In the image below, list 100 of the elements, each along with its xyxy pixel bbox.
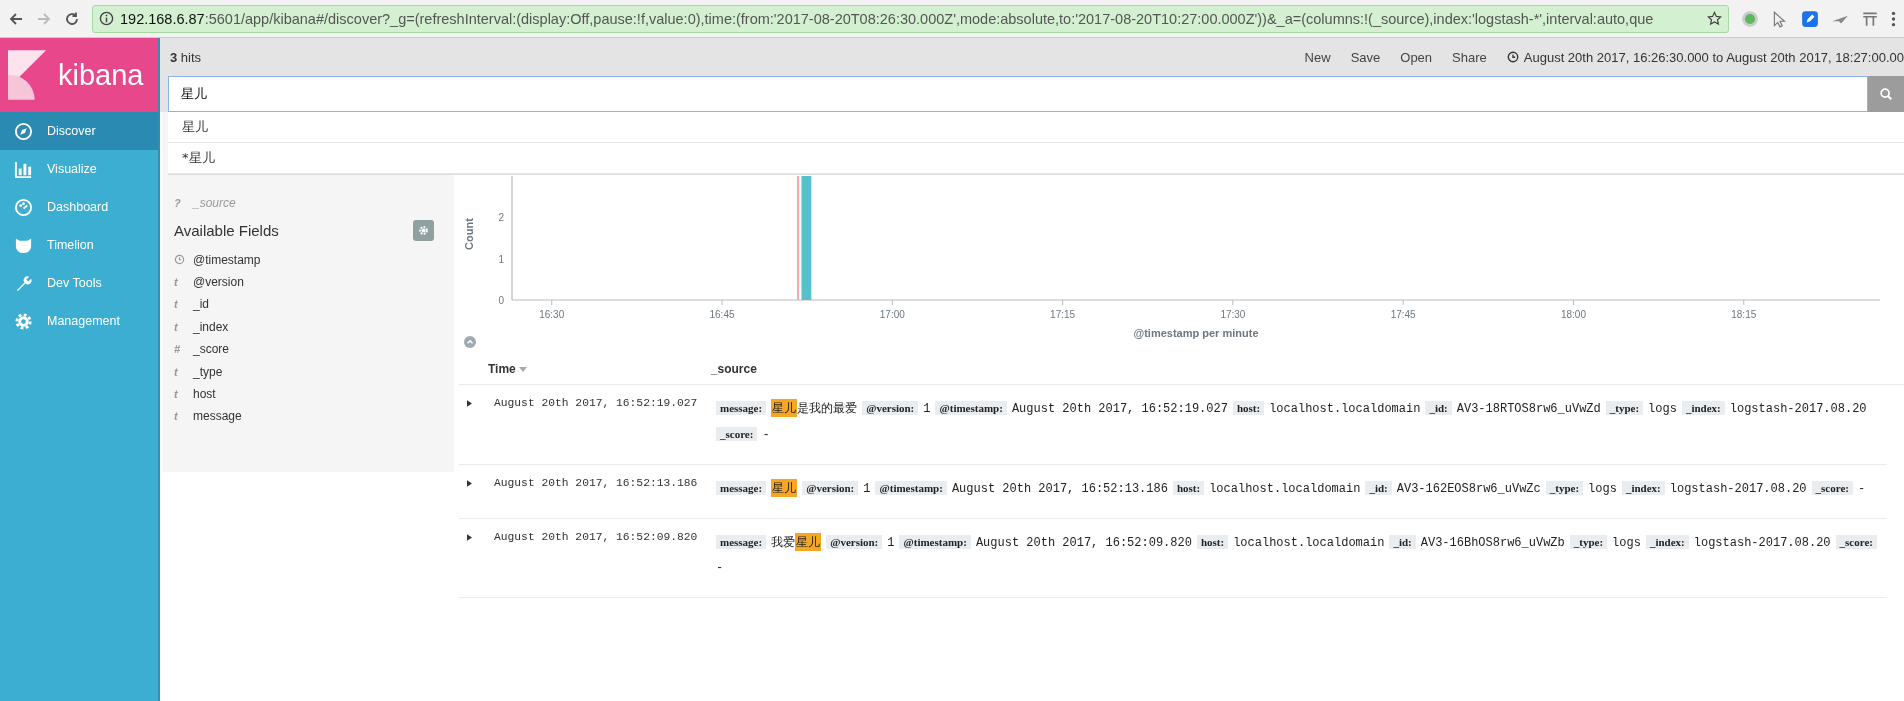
field-value: localhost.localdomain — [1269, 401, 1421, 418]
url-text: 192.168.6.87:5601/app/kibana#/discover?_g=(refreshInterval:(display:Off,pause:!f,value:0),time:(from:'2017-08-20T08:26:30.000Z',mode:absolute,to:'2017-08-20T10:27:00.000Z'))&_a=(columns:!(_source),index:'logstash-*',interval:auto,que — [120, 10, 1655, 27]
field-key: message: — [716, 401, 767, 415]
x-tick-label: 17:00 — [879, 309, 905, 320]
highlighted-term: 星儿 — [795, 533, 822, 551]
suggestion-item[interactable]: 星儿 — [168, 112, 1904, 143]
menu-link[interactable]: Share — [1452, 49, 1487, 65]
sort-caret-icon[interactable] — [518, 366, 527, 372]
field-name[interactable]: @version — [193, 274, 244, 289]
time-cell-text: August 20th 2017, 16:52:19.027 — [494, 396, 699, 409]
search-button[interactable] — [1868, 76, 1904, 112]
column-header: _source — [710, 362, 757, 376]
expand-caret-icon[interactable] — [467, 534, 472, 541]
field-key: message: — [716, 535, 767, 549]
back-icon[interactable] — [8, 10, 24, 27]
field-value: logstash-2017.08.20 — [1669, 481, 1807, 498]
reload-icon[interactable] — [64, 10, 80, 27]
field-value: AV3-16BhOS8rw6_uVwZb — [1420, 535, 1565, 552]
time-range-link[interactable]: August 20th 2017, 16:26:30.000 to August 20th 2017, 18:27:00.00 — [1523, 49, 1904, 65]
menu-link[interactable]: Save — [1350, 49, 1381, 65]
field-key: _score: — [1835, 535, 1877, 549]
hits-count: 3 hits — [170, 49, 202, 65]
field-key: _index: — [1681, 401, 1725, 415]
field-key: _score: — [716, 427, 758, 441]
menu-icon[interactable] — [1891, 9, 1896, 28]
type-glyph: ? — [174, 197, 182, 210]
compass-icon — [14, 121, 33, 141]
field-key: host: — [1232, 401, 1265, 415]
field-value: August 20th 2017, 16:52:09.820 — [975, 535, 1192, 552]
field-value: - — [762, 427, 770, 444]
field-name[interactable]: _score — [193, 342, 230, 357]
field-value: localhost.localdomain — [1233, 535, 1385, 552]
highlighted-term: 星儿 — [771, 399, 798, 417]
clock-icon — [174, 254, 185, 266]
type-glyph: t — [174, 410, 179, 423]
expand-caret-icon[interactable] — [467, 480, 472, 487]
field-value: 1 — [923, 401, 931, 418]
field-key: _index: — [1621, 481, 1665, 495]
field-key: _type: — [1545, 481, 1584, 495]
x-tick-label: 16:30 — [539, 309, 565, 320]
field-key: @version: — [826, 535, 883, 549]
info-icon[interactable] — [99, 11, 114, 26]
x-tick-label: 17:45 — [1390, 309, 1416, 320]
field-name[interactable]: _type — [193, 364, 223, 379]
x-tick-label: 17:15 — [1050, 309, 1076, 320]
field-value: 我爱 — [771, 535, 796, 552]
address-bar[interactable] — [92, 4, 1729, 33]
x-tick-label: 16:45 — [709, 309, 735, 320]
type-glyph: t — [174, 275, 179, 288]
menu-link[interactable]: Open — [1400, 49, 1433, 65]
column-header[interactable]: Time — [488, 362, 516, 376]
highlighted-term: 星儿 — [771, 479, 798, 497]
time-cell-text: August 20th 2017, 16:52:13.186 — [494, 476, 699, 489]
menu-link[interactable]: New — [1304, 49, 1331, 65]
type-glyph: t — [174, 365, 179, 378]
field-key: @version: — [862, 401, 919, 415]
suggestion-item[interactable]: *星儿 — [168, 143, 1904, 174]
section-title: Available Fields — [174, 221, 279, 239]
field-value: 是我的最爱 — [797, 401, 858, 418]
type-glyph: # — [174, 343, 182, 356]
wrench-icon — [14, 273, 33, 293]
field-value: AV3-18RTOS8rw6_uVwZd — [1456, 401, 1601, 418]
field-key: message: — [716, 481, 767, 495]
field-name[interactable]: host — [193, 386, 216, 401]
search-field[interactable]: 星儿 — [168, 76, 1868, 112]
settings-button[interactable] — [413, 219, 434, 241]
cursor-icon[interactable] — [1771, 9, 1789, 28]
expand-caret-icon[interactable] — [467, 400, 472, 407]
star-icon[interactable] — [1707, 11, 1722, 26]
field-value: logs — [1588, 481, 1617, 498]
nav-item[interactable]: Discover — [0, 112, 158, 150]
field-value: August 20th 2017, 16:52:13.186 — [951, 481, 1168, 498]
field-name[interactable]: _index — [193, 319, 229, 334]
field-value: localhost.localdomain — [1209, 481, 1361, 498]
field-key: _type: — [1569, 535, 1608, 549]
logo-text: kibana — [58, 58, 144, 92]
clock-icon[interactable] — [1506, 51, 1519, 63]
type-glyph: t — [174, 298, 179, 311]
logo-panel[interactable]: kibana — [0, 38, 158, 112]
field-value: - — [1858, 481, 1866, 498]
time-cell-text: August 20th 2017, 16:52:09.820 — [494, 530, 699, 543]
y-tick-label: 2 — [498, 212, 504, 224]
field-value: logstash-2017.08.20 — [1729, 401, 1867, 418]
collapse-icon[interactable] — [464, 336, 476, 348]
settings-icon — [14, 311, 33, 331]
pen-icon[interactable] — [1801, 9, 1819, 28]
field-key: _index: — [1645, 535, 1689, 549]
field-name[interactable]: @timestamp — [193, 252, 261, 267]
bar-chart-icon — [14, 159, 33, 179]
type-glyph: t — [174, 387, 179, 400]
y-axis-label: Count — [463, 218, 475, 250]
field-name[interactable]: _id — [193, 297, 209, 312]
field-key: _id: — [1365, 481, 1392, 495]
x-tick-label: 18:15 — [1731, 309, 1757, 320]
field-key: _id: — [1389, 535, 1416, 549]
settings-icon — [418, 224, 429, 236]
field-key: @timestamp: — [935, 401, 1007, 415]
field-name[interactable]: message — [193, 409, 242, 424]
logo-icon — [8, 50, 46, 100]
field-key: @version: — [802, 481, 859, 495]
